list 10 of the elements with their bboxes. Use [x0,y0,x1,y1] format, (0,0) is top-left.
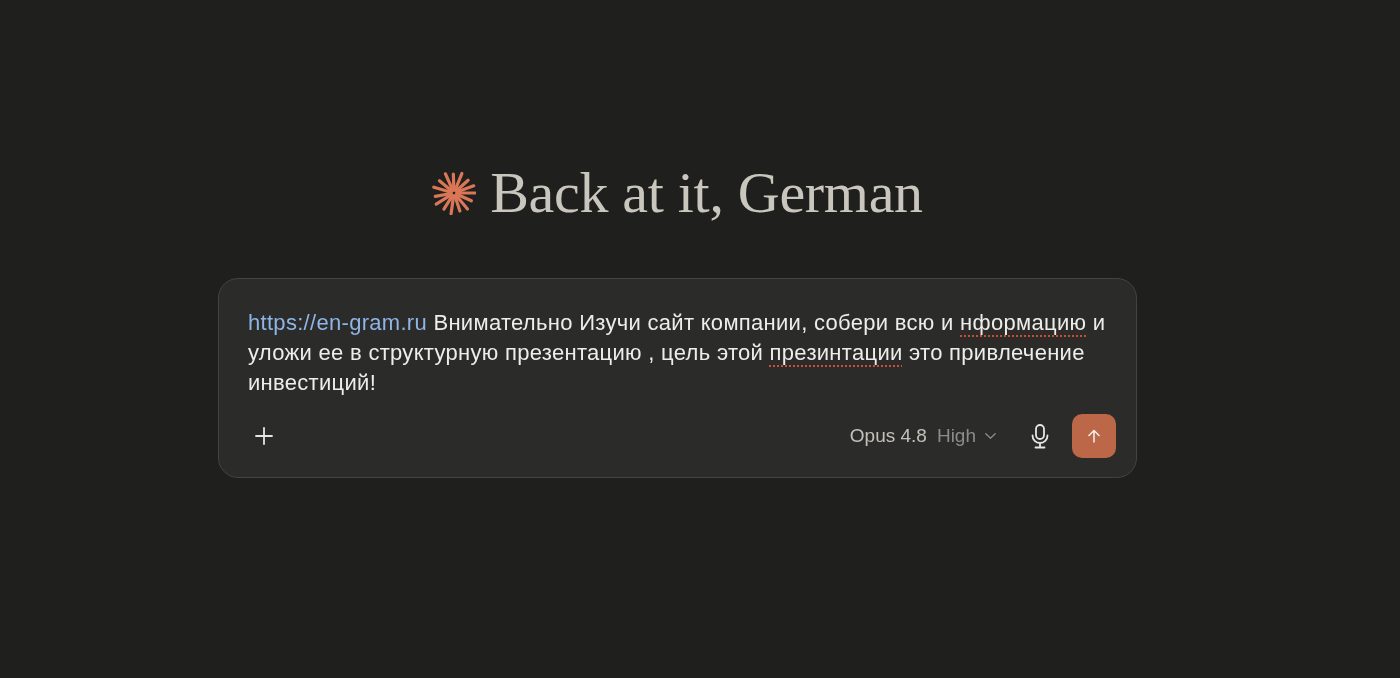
message-link[interactable]: https://en-gram.ru [248,310,428,335]
starburst-icon [432,171,477,215]
arrow-up-icon [1088,429,1100,443]
plus-icon [255,427,273,445]
model-selector[interactable]: Opus 4.8 High [843,420,1002,452]
microphone-icon [1031,423,1049,449]
chevron-down-icon [985,433,996,439]
message-input[interactable]: https://en-gram.ru Внимательно Изучи сайт компании, собери всю и нформацию и уложи ее в структурную презентацию , цель этой презинтации это привлечение инвестиций! [248,308,1116,398]
send-button[interactable] [1072,414,1116,458]
greeting-heading: Back at it, German [490,161,923,225]
